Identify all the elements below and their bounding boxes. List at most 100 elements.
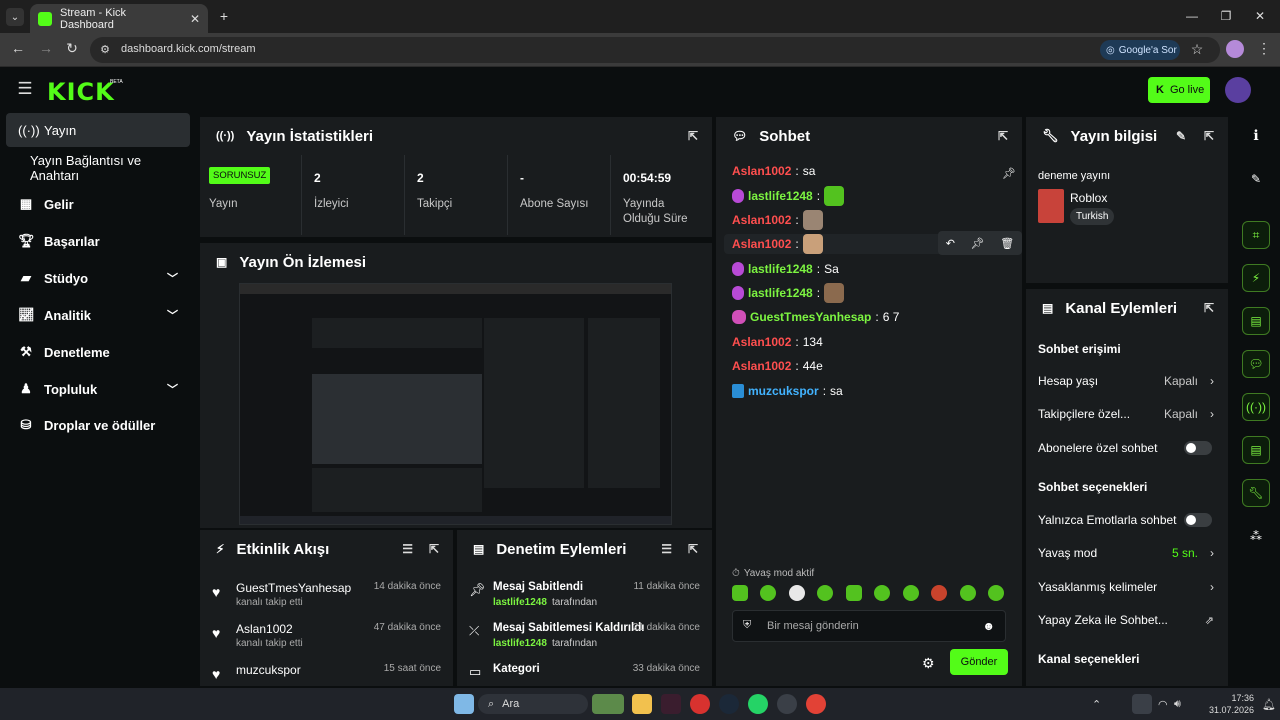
emote-icon[interactable] bbox=[902, 585, 919, 601]
edit-pencil-icon[interactable]: ✎ bbox=[1242, 165, 1270, 193]
address-bar[interactable] bbox=[90, 37, 1220, 63]
tab-search-icon[interactable]: ⌄ bbox=[6, 8, 24, 26]
window-close-icon[interactable]: ✕ bbox=[1252, 8, 1268, 24]
emote-icon[interactable] bbox=[845, 585, 862, 601]
kick-logo[interactable]: KICK bbox=[47, 78, 115, 106]
sidebar-item-basarilar[interactable]: 🏆︎ Başarılar bbox=[6, 224, 190, 258]
emoji-icon[interactable]: ☻ bbox=[982, 619, 995, 633]
chat-username[interactable]: muzcukspor bbox=[748, 384, 819, 398]
popout-icon[interactable]: ⇱ bbox=[998, 129, 1008, 143]
server-icon[interactable]: ▤ bbox=[1242, 436, 1270, 464]
emote-icon[interactable] bbox=[760, 585, 777, 601]
sidebar-item-droplar[interactable]: ⛁ Droplar ve ödüller bbox=[6, 408, 190, 442]
chat-username[interactable]: Aslan1002 bbox=[732, 164, 791, 178]
back-icon[interactable]: ← bbox=[10, 40, 26, 56]
minimize-icon[interactable]: — bbox=[1184, 8, 1200, 24]
chat-username[interactable]: lastlife1248 bbox=[748, 262, 813, 276]
video-editor-icon[interactable] bbox=[661, 694, 681, 714]
setting-followers-only[interactable]: Takipçilere özel... Kapalı › bbox=[1038, 404, 1216, 424]
sidebar-item-yayin[interactable]: ((·)) Yayın bbox=[6, 113, 190, 147]
filter-icon[interactable]: ☰ bbox=[661, 542, 672, 556]
obs-icon[interactable] bbox=[777, 694, 797, 714]
setting-banned-words[interactable]: Yasaklanmış kelimeler › bbox=[1038, 577, 1216, 597]
notifications-icon[interactable]: 🔔︎ bbox=[1262, 698, 1276, 711]
file-explorer-icon[interactable] bbox=[632, 694, 652, 714]
network-icon[interactable]: ◠ bbox=[1158, 698, 1168, 711]
info-icon[interactable]: ℹ bbox=[1242, 121, 1270, 149]
close-tab-icon[interactable]: ✕ bbox=[190, 12, 200, 26]
emote-icon[interactable] bbox=[788, 585, 805, 601]
tray-chevron-icon[interactable]: ⌃ bbox=[1092, 698, 1101, 711]
clock-date[interactable]: 31.07.2026 bbox=[1208, 705, 1254, 715]
new-tab-icon[interactable]: + bbox=[216, 8, 232, 24]
url-text[interactable]: dashboard.kick.com/stream bbox=[121, 43, 256, 55]
setting-slow-mode[interactable]: Yavaş mod 5 sn. › bbox=[1038, 543, 1216, 563]
emote-icon[interactable] bbox=[987, 585, 1004, 601]
sidebar-item-analitik[interactable]: 📈︎ Analitik ﹀ bbox=[6, 298, 190, 332]
search-highlight-icon[interactable] bbox=[592, 694, 624, 714]
browser-menu-icon[interactable]: ⋮ bbox=[1257, 40, 1271, 56]
go-live-button[interactable]: K Go live bbox=[1148, 77, 1210, 103]
lightning-icon[interactable]: ⚡︎ bbox=[1242, 264, 1270, 292]
sidebar-item-denetleme[interactable]: ⚒ Denetleme bbox=[6, 335, 190, 369]
hamburger-menu-icon[interactable]: ☰ bbox=[16, 79, 34, 98]
chat-username[interactable]: Aslan1002 bbox=[732, 237, 791, 251]
popout-icon[interactable]: ⇱ bbox=[429, 542, 439, 556]
broadcast-icon[interactable]: ((·)) bbox=[1242, 393, 1270, 421]
emotes-only-toggle[interactable] bbox=[1184, 513, 1212, 527]
profile-avatar[interactable] bbox=[1226, 40, 1244, 58]
chrome-icon[interactable] bbox=[806, 694, 826, 714]
wrench-icon[interactable]: 🔧︎ bbox=[1242, 479, 1270, 507]
popout-icon[interactable]: ⇱ bbox=[1204, 301, 1214, 315]
delete-icon[interactable]: 🗑︎ bbox=[1000, 237, 1014, 250]
app-red-icon[interactable] bbox=[690, 694, 710, 714]
chat-username[interactable]: Aslan1002 bbox=[732, 359, 791, 373]
chat-username[interactable]: lastlife1248 bbox=[748, 189, 813, 203]
screenshot-icon[interactable]: ⌗ bbox=[1242, 221, 1270, 249]
maximize-icon[interactable]: ❐ bbox=[1218, 8, 1234, 24]
chat-bubble-icon[interactable]: 💬︎ bbox=[1242, 350, 1270, 378]
filter-icon[interactable]: ☰ bbox=[402, 542, 413, 556]
taskbar-search[interactable]: ⌕ Ara bbox=[478, 694, 588, 714]
popout-icon[interactable]: ⇱ bbox=[1204, 129, 1214, 143]
forward-icon[interactable]: → bbox=[38, 40, 54, 56]
chat-username[interactable]: Aslan1002 bbox=[732, 213, 791, 227]
volume-icon[interactable]: 🔊︎ bbox=[1174, 698, 1181, 711]
setting-ai-chat[interactable]: Yapay Zeka ile Sohbet... ⇗ bbox=[1038, 610, 1216, 630]
settings-gear-icon[interactable]: ⚙ bbox=[922, 655, 935, 672]
sidebar-item-topluluk[interactable]: ♟ Topluluk ﹀ bbox=[6, 372, 190, 406]
pinned-message-icon[interactable]: 📌︎ bbox=[1002, 167, 1016, 180]
subs-only-toggle[interactable] bbox=[1184, 441, 1212, 455]
modaction-user[interactable]: lastlife1248 bbox=[493, 597, 547, 608]
activity-user[interactable]: muzcukspor bbox=[236, 663, 301, 677]
sidebar-item-gelir[interactable]: ▦ Gelir bbox=[6, 187, 190, 221]
whatsapp-icon[interactable] bbox=[748, 694, 768, 714]
sidebar-item-stream-key[interactable]: Yayın Bağlantısı ve Anahtarı bbox=[6, 151, 190, 185]
widgets-taskbar-icon[interactable] bbox=[454, 694, 474, 714]
modaction-user[interactable]: lastlife1248 bbox=[493, 638, 547, 649]
send-button[interactable]: Gönder bbox=[950, 649, 1008, 675]
chat-username[interactable]: Aslan1002 bbox=[732, 335, 791, 349]
stream-preview-video[interactable] bbox=[239, 283, 672, 525]
sidebar-item-studyo[interactable]: ▰ Stüdyo ﹀ bbox=[6, 261, 190, 295]
pin-icon[interactable]: 📌︎ bbox=[971, 237, 985, 250]
emote-icon[interactable] bbox=[817, 585, 834, 601]
document-icon[interactable]: ▤ bbox=[1242, 307, 1270, 335]
emote-icon[interactable] bbox=[959, 585, 976, 601]
chat-username[interactable]: lastlife1248 bbox=[748, 286, 813, 300]
steam-icon[interactable] bbox=[719, 694, 739, 714]
edit-pencil-icon[interactable]: ✎ bbox=[1176, 129, 1186, 143]
activity-user[interactable]: GuestTmesYanhesap bbox=[236, 581, 351, 595]
chat-input[interactable]: ⛨ Bir mesaj gönderin ☻ bbox=[732, 610, 1006, 642]
category-name[interactable]: Roblox bbox=[1070, 191, 1107, 205]
emote-icon[interactable] bbox=[931, 585, 948, 601]
widgets-icon[interactable]: ⁂ bbox=[1242, 522, 1270, 550]
microphone-icon[interactable] bbox=[1132, 694, 1152, 714]
bookmark-star-icon[interactable]: ☆ bbox=[1189, 41, 1205, 57]
popout-icon[interactable]: ⇱ bbox=[688, 542, 698, 556]
emote-icon[interactable] bbox=[732, 585, 748, 601]
emote-icon[interactable] bbox=[874, 585, 891, 601]
setting-account-age[interactable]: Hesap yaşı Kapalı › bbox=[1038, 371, 1216, 391]
clock-time[interactable]: 17:36 bbox=[1214, 693, 1254, 703]
browser-tab[interactable]: Stream - Kick Dashboard ✕ bbox=[30, 4, 208, 33]
